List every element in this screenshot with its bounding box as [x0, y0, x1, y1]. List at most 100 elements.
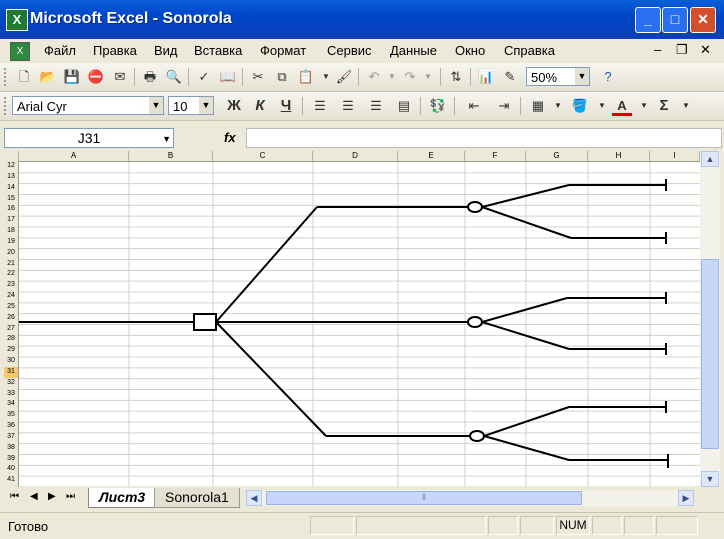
row-header[interactable]: 32	[4, 378, 18, 389]
align-right-icon[interactable]: ☰	[366, 96, 386, 116]
cut-icon[interactable]: ✂	[248, 67, 268, 87]
row-header[interactable]: 19	[4, 237, 18, 248]
undo-icon[interactable]: ↶	[364, 67, 384, 87]
underline-button[interactable]: Ч	[276, 96, 296, 116]
sheet-tab-list3[interactable]: Лист3	[88, 488, 157, 508]
row-header[interactable]: 12	[4, 161, 18, 172]
paste-icon[interactable]: 📋	[296, 67, 316, 87]
email-icon[interactable]: ✉	[110, 67, 130, 87]
column-header-g[interactable]: G	[526, 151, 588, 161]
row-header[interactable]: 31	[4, 366, 18, 378]
row-header[interactable]: 39	[4, 454, 18, 465]
doc-restore-button[interactable]: ❐	[676, 42, 688, 58]
scroll-up-icon[interactable]: ▲	[701, 151, 719, 167]
menu-view[interactable]: Вид	[154, 43, 178, 58]
next-sheet-icon[interactable]: ▶	[48, 491, 56, 502]
borders-dropdown-icon[interactable]: ▼	[548, 96, 568, 116]
column-header-b[interactable]: B	[129, 151, 213, 161]
vertical-scrollbar[interactable]: ▲ ▼	[700, 151, 720, 487]
chance-node[interactable]	[469, 430, 485, 442]
save-icon[interactable]: 💾	[62, 67, 82, 87]
row-header[interactable]: 34	[4, 399, 18, 410]
menu-tools[interactable]: Сервис	[327, 43, 372, 58]
row-header[interactable]: 33	[4, 389, 18, 400]
print-icon[interactable]: 🖶	[140, 67, 160, 87]
chevron-down-icon[interactable]: ▼	[162, 130, 171, 148]
doc-minimize-button[interactable]: –	[654, 42, 661, 57]
menu-edit[interactable]: Правка	[93, 43, 137, 58]
italic-button[interactable]: К	[250, 96, 270, 116]
align-center-icon[interactable]: ☰	[338, 96, 358, 116]
menu-window[interactable]: Окно	[455, 43, 485, 58]
prev-sheet-icon[interactable]: ◀	[30, 491, 38, 502]
borders-icon[interactable]: ▦	[528, 96, 548, 116]
scroll-left-icon[interactable]: ◀	[246, 490, 262, 506]
row-header[interactable]: 35	[4, 410, 18, 421]
autosum-dropdown-icon[interactable]: ▼	[676, 96, 696, 116]
row-header[interactable]: 22	[4, 269, 18, 280]
sheet-tab-sonorola1[interactable]: Sonorola1	[154, 488, 240, 508]
row-header[interactable]: 20	[4, 248, 18, 259]
column-header-c[interactable]: C	[213, 151, 313, 161]
menu-help[interactable]: Справка	[504, 43, 555, 58]
column-header-d[interactable]: D	[313, 151, 398, 161]
font-color-dropdown-icon[interactable]: ▼	[634, 96, 654, 116]
chevron-down-icon[interactable]: ▼	[199, 97, 213, 114]
row-header[interactable]: 27	[4, 324, 18, 335]
font-size-combo[interactable]: 10 ▼	[168, 96, 214, 115]
chevron-down-icon[interactable]: ▼	[575, 68, 589, 85]
row-header[interactable]: 16	[4, 204, 18, 215]
last-sheet-icon[interactable]: ⏭	[66, 491, 75, 502]
copy-icon[interactable]: ⧉	[272, 67, 292, 87]
row-header[interactable]: 14	[4, 183, 18, 194]
select-all-corner[interactable]	[4, 151, 19, 161]
row-header[interactable]: 25	[4, 302, 18, 313]
row-header[interactable]: 36	[4, 421, 18, 432]
column-header-a[interactable]: A	[19, 151, 129, 161]
name-box[interactable]: J31 ▼	[4, 128, 174, 148]
maximize-button[interactable]: □	[662, 7, 688, 33]
row-header[interactable]: 41	[4, 475, 18, 486]
row-header[interactable]: 17	[4, 215, 18, 226]
toolbar-grip[interactable]	[4, 97, 9, 115]
decision-node[interactable]	[193, 313, 217, 331]
horizontal-scroll-thumb[interactable]: ⦀	[266, 491, 582, 505]
toolbar-grip[interactable]	[4, 68, 9, 86]
redo-dropdown-icon[interactable]: ▼	[418, 67, 438, 87]
permission-icon[interactable]: ⛔	[86, 67, 106, 87]
row-header[interactable]: 30	[4, 356, 18, 367]
currency-icon[interactable]: 💱	[428, 96, 448, 116]
row-header[interactable]: 15	[4, 194, 18, 205]
worksheet-grid[interactable]: A B C D E F G H I 12 13 14 15 16 17 18 19 20 21 22…	[4, 151, 700, 487]
first-sheet-icon[interactable]: ⏮	[10, 491, 19, 502]
row-header[interactable]: 24	[4, 291, 18, 302]
column-header-h[interactable]: H	[588, 151, 650, 161]
menu-data[interactable]: Данные	[390, 43, 437, 58]
redo-icon[interactable]: ↷	[400, 67, 420, 87]
autosum-button[interactable]: Σ	[654, 96, 674, 116]
scroll-down-icon[interactable]: ▼	[701, 471, 719, 487]
menu-insert[interactable]: Вставка	[194, 43, 242, 58]
help-icon[interactable]: ?	[598, 67, 618, 87]
row-header[interactable]: 38	[4, 443, 18, 454]
drawing-icon[interactable]: ✎	[500, 67, 520, 87]
row-header[interactable]: 37	[4, 432, 18, 443]
row-header[interactable]: 28	[4, 334, 18, 345]
font-name-combo[interactable]: Arial Cyr ▼	[12, 96, 164, 115]
undo-dropdown-icon[interactable]: ▼	[382, 67, 402, 87]
print-preview-icon[interactable]: 🔍	[164, 67, 184, 87]
paste-dropdown-icon[interactable]: ▼	[316, 67, 336, 87]
research-icon[interactable]: 📖	[218, 67, 238, 87]
row-header[interactable]: 21	[4, 259, 18, 270]
spelling-icon[interactable]: ✓	[194, 67, 214, 87]
row-header[interactable]: 18	[4, 226, 18, 237]
fill-color-icon[interactable]: 🪣	[570, 96, 590, 116]
close-button[interactable]: ✕	[690, 7, 716, 33]
menu-file[interactable]: Файл	[44, 43, 76, 58]
doc-close-button[interactable]: ✕	[700, 42, 711, 58]
row-header[interactable]: 13	[4, 172, 18, 183]
align-left-icon[interactable]: ☰	[310, 96, 330, 116]
horizontal-scrollbar[interactable]: ◀ ⦀ ▶	[246, 490, 694, 506]
row-header[interactable]: 40	[4, 464, 18, 475]
merge-center-icon[interactable]: ▤	[394, 96, 414, 116]
